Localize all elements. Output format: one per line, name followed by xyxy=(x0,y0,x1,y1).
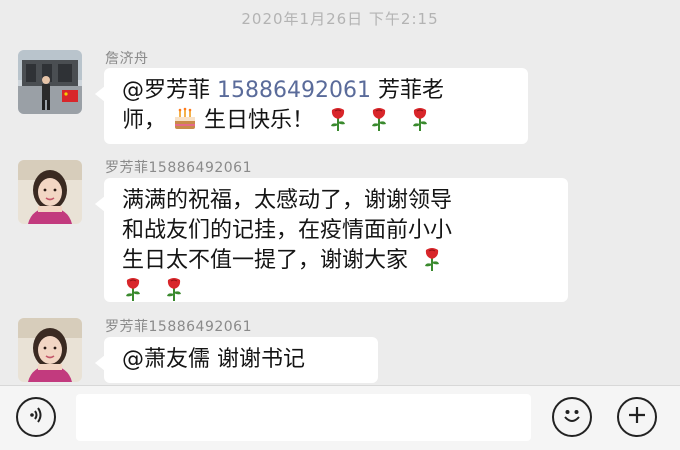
avatar[interactable] xyxy=(18,160,82,224)
message-line: 和战友们的记挂，在疫情面前小小 xyxy=(122,218,453,243)
message-input[interactable] xyxy=(76,394,531,441)
message-line: 满满的祝福，太感动了，谢谢领导 xyxy=(122,188,453,213)
message-text: 生日太不值一提了，谢谢大家 xyxy=(122,248,409,273)
plus-button[interactable] xyxy=(617,397,657,437)
rose-icon xyxy=(163,276,185,302)
rose-icon xyxy=(409,106,431,132)
message-line xyxy=(122,276,550,306)
sender-name: 罗芳菲15886492061 xyxy=(105,319,252,335)
message-line: 生日太不值一提了，谢谢大家 xyxy=(122,246,550,276)
message-bubble[interactable]: @罗芳菲 15886492061 芳菲老 师， 生日快乐！ xyxy=(95,68,528,144)
avatar[interactable] xyxy=(18,50,82,114)
plus-icon xyxy=(625,403,649,431)
rose-icon xyxy=(122,276,144,302)
chat-input-bar xyxy=(0,385,680,450)
rose-icon xyxy=(327,106,349,132)
message-line: @罗芳菲 15886492061 芳菲老 xyxy=(122,76,510,106)
message-line: 师， 生日快乐！ xyxy=(122,106,510,140)
emoji-button[interactable] xyxy=(552,397,592,437)
rose-icon xyxy=(368,106,390,132)
message-bubble[interactable]: 满满的祝福，太感动了，谢谢领导 和战友们的记挂，在疫情面前小小 生日太不值一提了… xyxy=(95,178,568,302)
message-text: 芳菲老 xyxy=(377,78,444,103)
mention-text[interactable]: @罗芳菲 xyxy=(122,78,210,103)
birthday-cake-icon xyxy=(173,107,197,140)
emoji-icon xyxy=(557,400,587,434)
rose-icon xyxy=(421,246,443,272)
message-bubble[interactable]: @萧友儒 谢谢书记 xyxy=(95,337,378,383)
chat-timestamp: 2020年1月26日 下午2:15 xyxy=(241,10,439,28)
sender-name: 罗芳菲15886492061 xyxy=(105,160,252,176)
message-text: 生日快乐！ xyxy=(204,108,315,133)
message-line: @萧友儒 谢谢书记 xyxy=(122,347,305,372)
voice-button[interactable] xyxy=(16,397,56,437)
phone-number-link[interactable]: 15886492061 xyxy=(217,78,371,103)
voice-icon xyxy=(24,403,48,431)
avatar[interactable] xyxy=(18,318,82,382)
sender-name: 詹济舟 xyxy=(105,51,149,67)
message-text: 师， xyxy=(122,108,167,133)
